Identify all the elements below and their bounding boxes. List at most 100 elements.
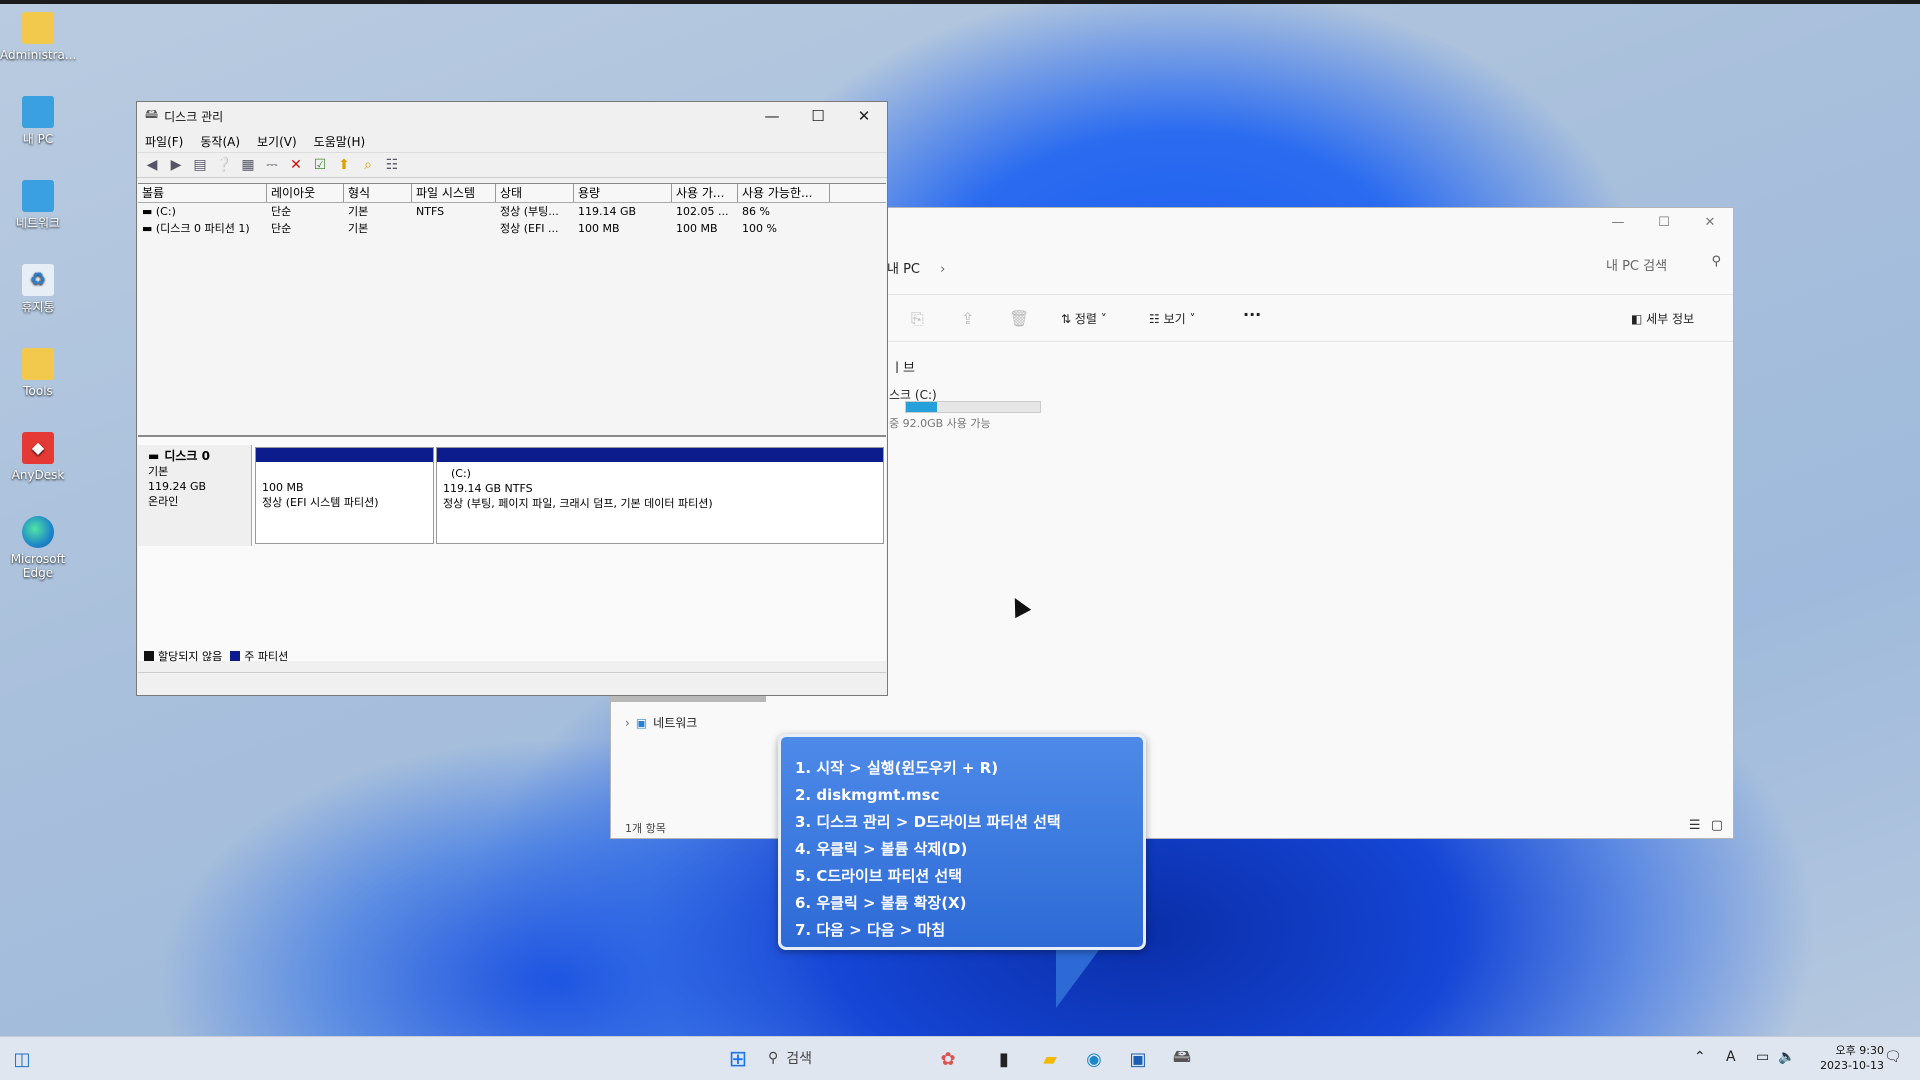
menu-help[interactable]: 도움말(H) [314,133,366,150]
edge-icon[interactable]: ◉ [1080,1045,1108,1073]
view-toggle[interactable]: ☰ ▢ [1689,818,1723,833]
column-free-space[interactable]: 사용 가... [672,184,738,202]
desktop-icon-tools[interactable]: Tools [0,348,76,398]
cell-capacity: 100 MB [578,222,620,235]
list-view-icon[interactable]: ☷ [383,156,401,174]
close-button[interactable]: ✕ [841,102,887,130]
search-placeholder[interactable]: 내 PC 검색 [1606,255,1667,274]
disk-management-window[interactable]: 🖴 디스크 관리 — ☐ ✕ 파일(F) 동작(A) 보기(V) 도움말(H) … [136,101,888,696]
status-bar [138,672,886,694]
widgets-icon[interactable]: ◫ [8,1045,36,1073]
breadcrumb-this-pc[interactable]: 내 PC [887,262,920,277]
desktop-icon-recycle-bin[interactable]: ♻ 휴지통 [0,264,76,314]
clock-time: 오후 9:30 [1835,1044,1884,1057]
more-options-button[interactable]: ··· [1243,305,1261,324]
instruction-callout: 1. 시작 > 실행(윈도우키 + R) 2. diskmgmt.msc 3. … [778,734,1146,950]
connect-icon[interactable]: ⎓ [263,156,281,174]
minimize-button[interactable]: — [749,102,795,130]
search-folder-icon[interactable]: ⌕ [359,156,377,174]
start-button-icon[interactable]: ⊞ [724,1045,752,1073]
chevron-right-icon[interactable]: › [625,716,630,730]
taskbar: ◫ ⊞ ⚲ 검색 ✿ ▮ ▰ ◉ ▣ 🖴 ⌃ A ▭ 🔈 오후 9:30 202… [0,1036,1920,1080]
sort-label: 정렬 [1074,312,1097,326]
chevron-up-icon[interactable]: ⌃ [1694,1049,1706,1065]
desktop-icon-anydesk[interactable]: ◆ AnyDesk [0,432,76,482]
disk-size: 119.24 GB [148,480,207,493]
console-tree-icon[interactable]: ▤ [191,156,209,174]
check-icon[interactable]: ☑ [311,156,329,174]
view-button[interactable]: ☷ 보기 ˅ [1149,310,1196,327]
recycle-bin-icon: ♻ [22,264,54,296]
volume-icon[interactable]: 🔈 [1778,1049,1795,1065]
menu-action[interactable]: 동작(A) [200,133,240,150]
nav-pane-scrollbar[interactable] [611,696,766,702]
desktop-icon-administrator[interactable]: Administra... [0,12,76,62]
delete-icon[interactable]: ✕ [287,156,305,174]
view-label: 보기 [1163,312,1186,326]
address-bar[interactable]: 내 PC › [887,258,945,277]
explorer-maximize-button[interactable]: ☐ [1641,208,1687,236]
desktop-icon-network[interactable]: 네트워크 [0,180,76,230]
column-layout[interactable]: 레이아웃 [267,184,344,202]
desktop-icon-label: Microsoft Edge [10,552,66,580]
chevron-right-icon[interactable]: › [940,262,945,277]
window-title: 디스크 관리 [164,109,224,124]
store-icon[interactable]: ▣ [1124,1045,1152,1073]
partition-c[interactable]: (C:) 119.14 GB NTFS 정상 (부팅, 페이지 파일, 크래시 … [436,447,884,544]
drive-usage-bar [905,401,1041,413]
search-box[interactable]: 내 PC 검색 ⚲ [1471,248,1729,278]
column-volume[interactable]: 볼륨 [138,184,267,202]
explorer-close-button[interactable]: ✕ [1687,208,1733,236]
disk-0-label[interactable]: ▬ 디스크 0 기본 119.24 GB 온라인 [138,445,252,546]
desktop-icon-label: 내 PC [22,132,54,146]
disk-management-taskbar-icon[interactable]: 🖴 [1168,1045,1196,1073]
rename-icon[interactable]: ⎘ [911,309,924,329]
partition-name: (C:) [451,467,471,480]
partition-size: 119.14 GB NTFS [443,482,533,495]
tiles-view-icon[interactable]: ▢ [1711,818,1723,833]
anydesk-icon: ◆ [22,432,54,464]
table-row[interactable]: ▬ (디스크 0 파티션 1) 단순 기본 정상 (EFI ... 100 MB… [138,220,886,237]
delete-icon[interactable]: 🗑 [1009,309,1029,328]
details-label: 세부 정보 [1646,312,1695,326]
partition-efi[interactable]: 100 MB 정상 (EFI 시스템 파티션) [255,447,434,544]
nav-item-network[interactable]: › ▣ 네트워크 [625,714,697,731]
column-filesystem[interactable]: 파일 시스템 [412,184,496,202]
folder-up-icon[interactable]: ⬆ [335,156,353,174]
task-view-icon[interactable]: ▮ [990,1045,1018,1073]
menu-file[interactable]: 파일(F) [145,133,183,150]
legend-unallocated: 할당되지 않음 [158,650,223,663]
desktop-icon-edge[interactable]: Microsoft Edge [0,516,76,580]
maximize-button[interactable]: ☐ [795,102,841,130]
search-highlight-icon[interactable]: ✿ [934,1045,962,1073]
table-row[interactable]: ▬ (C:) 단순 기본 NTFS 정상 (부팅... 119.14 GB 10… [138,203,886,220]
desktop-icon-this-pc[interactable]: 내 PC [0,96,76,146]
step-item: 2. diskmgmt.msc [795,786,940,804]
details-view-icon[interactable]: ☰ [1689,818,1701,833]
desktop-icon-label: AnyDesk [11,468,65,482]
sort-button[interactable]: ⇅ 정렬 ˅ [1061,310,1107,327]
notification-icon[interactable]: 🗨 [1884,1049,1902,1065]
explorer-minimize-button[interactable]: — [1595,208,1641,236]
column-percent-free[interactable]: 사용 가능한... [738,184,830,202]
ime-indicator[interactable]: A [1726,1049,1736,1065]
menu-view[interactable]: 보기(V) [257,133,297,150]
help-icon[interactable]: ❔ [215,156,233,174]
share-icon[interactable]: ⇪ [961,309,974,328]
search-icon: ⚲ [768,1050,779,1066]
network-status-icon[interactable]: ▭ [1756,1049,1769,1065]
this-pc-icon [22,96,54,128]
column-status[interactable]: 상태 [496,184,574,202]
disk-status: 온라인 [148,495,179,508]
properties-icon[interactable]: ▦ [239,156,257,174]
clock[interactable]: 오후 9:30 2023-10-13 [1820,1043,1884,1073]
partition-band [256,448,433,462]
taskbar-search[interactable]: ⚲ 검색 [768,1048,812,1068]
column-type[interactable]: 형식 [344,184,412,202]
edge-icon [22,516,54,548]
back-arrow-icon[interactable]: ◀ [143,156,161,174]
forward-arrow-icon[interactable]: ▶ [167,156,185,174]
details-pane-button[interactable]: ◧ 세부 정보 [1631,310,1694,327]
file-explorer-icon[interactable]: ▰ [1036,1045,1064,1073]
column-capacity[interactable]: 용량 [574,184,672,202]
